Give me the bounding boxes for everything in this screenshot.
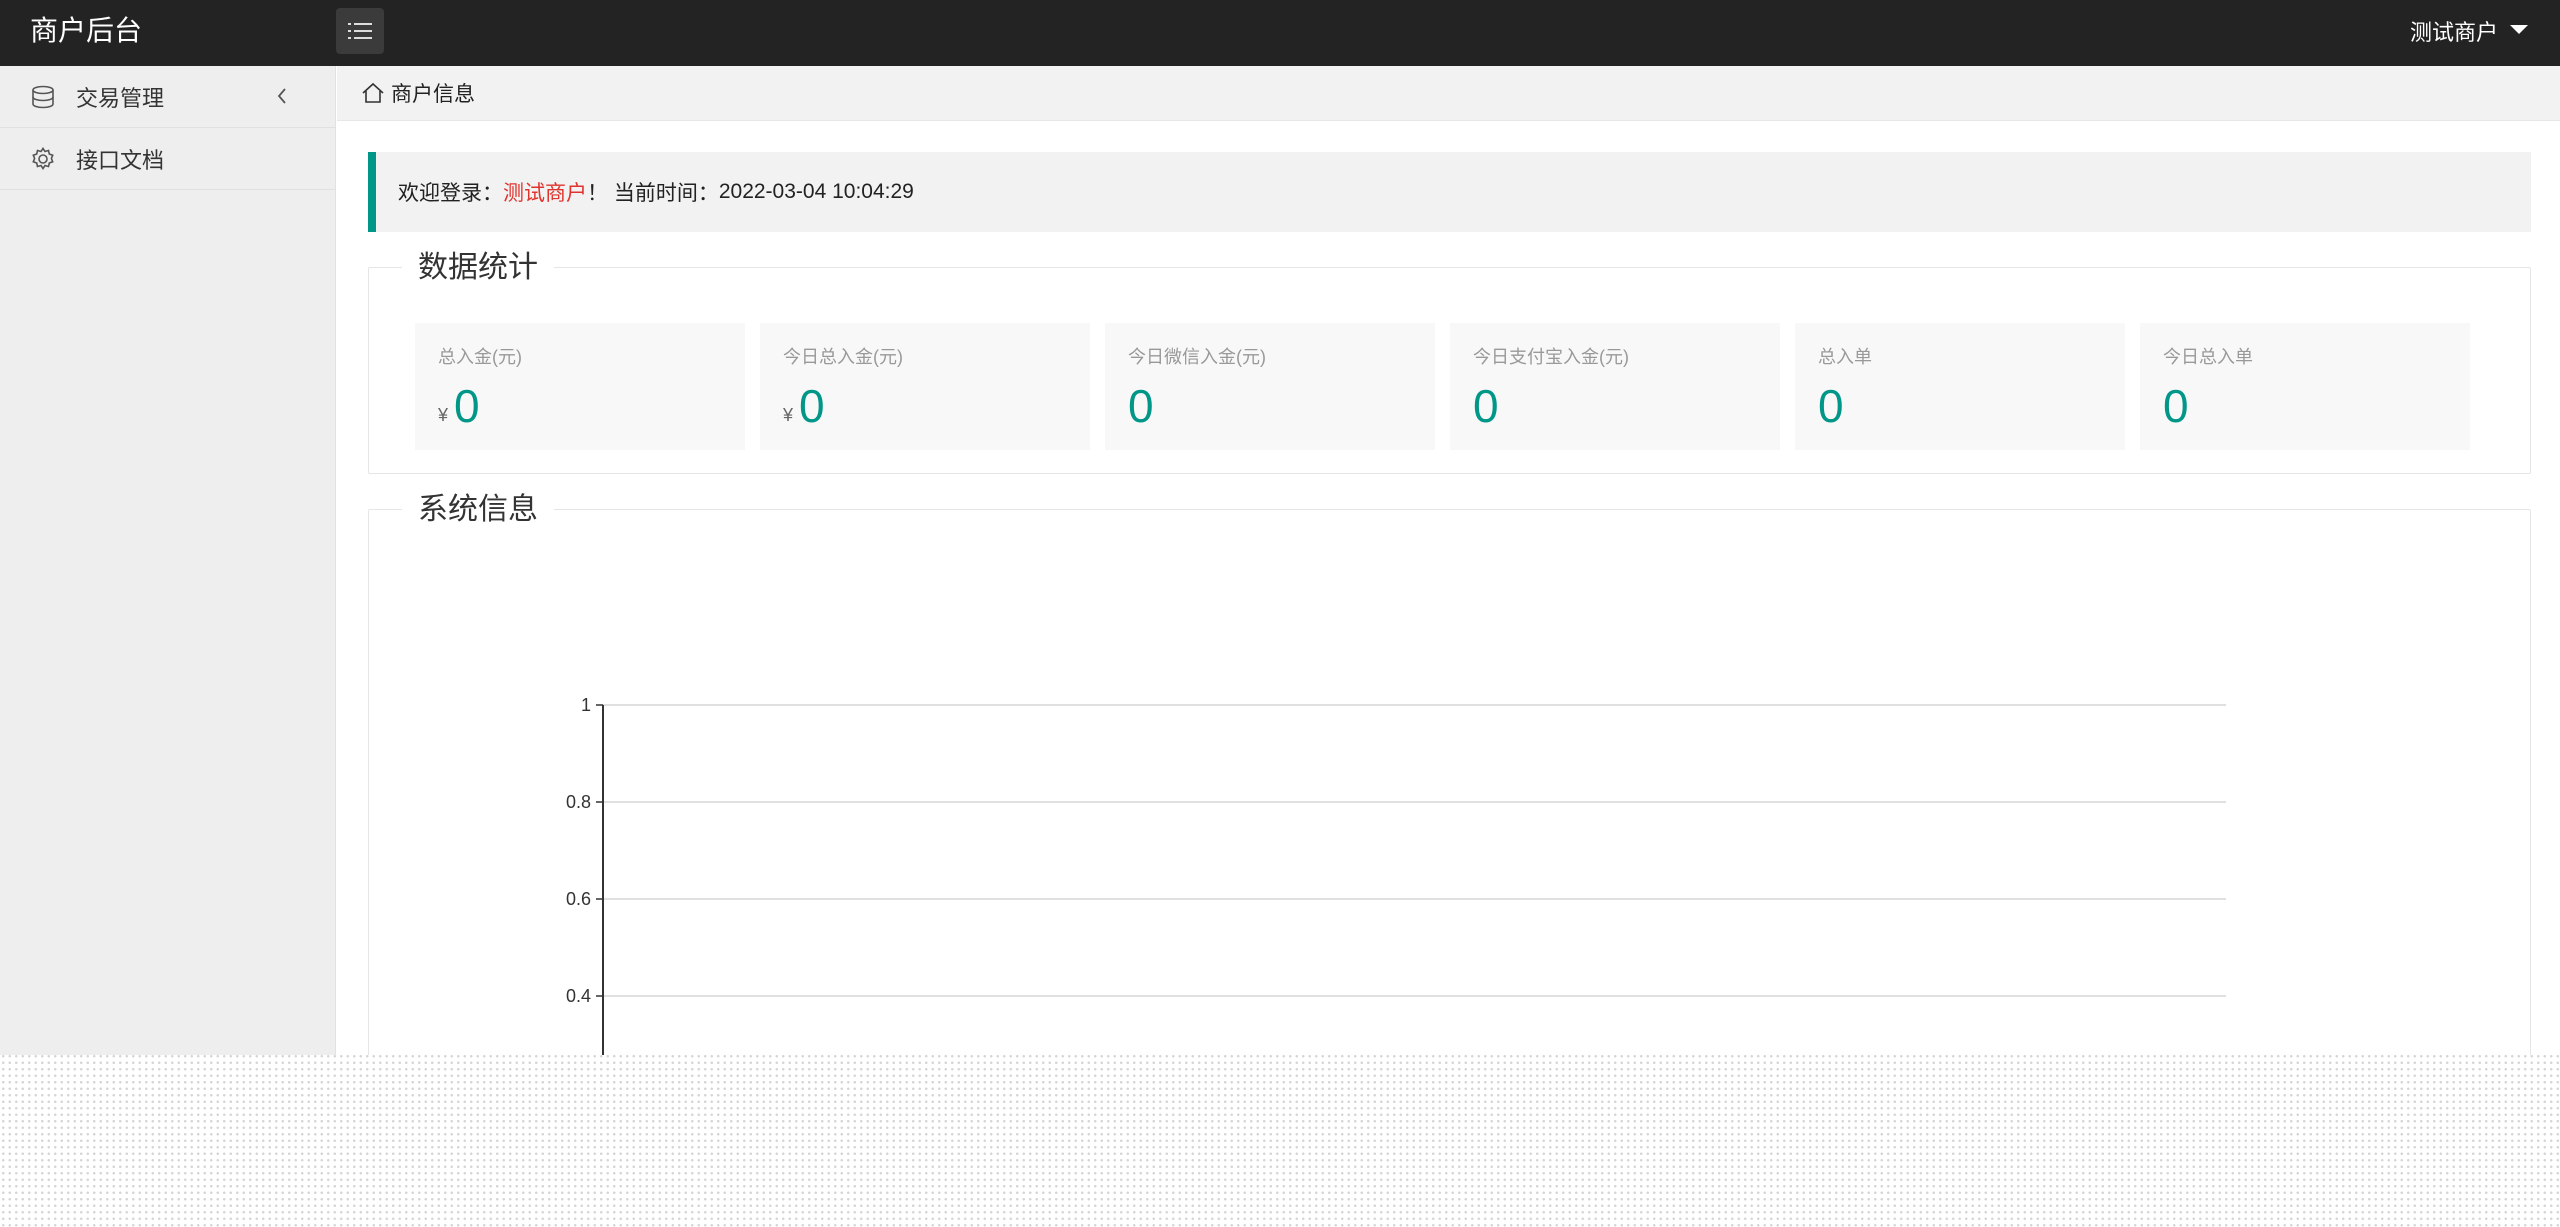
stat-value-row: 0 xyxy=(1473,383,1757,429)
stat-label: 总入金(元) xyxy=(438,347,522,367)
stat-label: 今日支付宝入金(元) xyxy=(1473,347,1629,367)
sidebar-item-transactions[interactable]: 交易管理 xyxy=(0,66,335,128)
stat-value: 0 xyxy=(1128,380,1154,432)
stat-value: 0 xyxy=(799,380,825,432)
stat-value: 0 xyxy=(454,380,480,432)
currency-symbol: ¥ xyxy=(783,405,794,425)
caret-down-icon xyxy=(2510,24,2528,34)
stats-title: 数据统计 xyxy=(402,248,554,288)
welcome-merchant-name: 测试商户 xyxy=(503,182,587,205)
stats-cards: 总入金(元) ¥ 0 今日总入金(元) ¥ 0 今日微信入金(元) 0 今日支付… xyxy=(415,323,2485,450)
stat-value-row: 0 xyxy=(1818,383,2102,429)
sidebar-item-label: 接口文档 xyxy=(76,147,165,173)
stat-card-today-alipay: 今日支付宝入金(元) 0 xyxy=(1450,323,1780,450)
system-chart: 0.20.40.60.81 xyxy=(566,695,2226,1055)
stat-card-total-income: 总入金(元) ¥ 0 xyxy=(415,323,745,450)
sidebar: 交易管理 接口文档 xyxy=(0,66,336,1055)
stat-card-today-income: 今日总入金(元) ¥ 0 xyxy=(760,323,1090,450)
y-tick-label: 0.8 xyxy=(566,792,591,812)
stat-card-today-wechat: 今日微信入金(元) 0 xyxy=(1105,323,1435,450)
stat-value-row: 0 xyxy=(2163,383,2447,429)
home-icon[interactable] xyxy=(361,82,385,104)
y-tick-label: 0.6 xyxy=(566,889,591,909)
menu-toggle-button[interactable] xyxy=(336,8,384,54)
stat-label: 今日总入单 xyxy=(2163,347,2253,367)
stat-value-row: ¥ 0 xyxy=(783,383,1067,429)
gear-icon xyxy=(30,146,56,172)
stat-value-row: 0 xyxy=(1128,383,1412,429)
stat-card-today-orders: 今日总入单 0 xyxy=(2140,323,2470,450)
system-info-panel: 系统信息 0.2 0.4 0.6 0.8 1 xyxy=(368,490,2531,1055)
app-title: 商户后台 xyxy=(30,15,143,46)
chevron-left-icon[interactable] xyxy=(275,86,289,112)
user-menu[interactable]: 测试商户 xyxy=(2410,0,2528,62)
welcome-mid: ！ 当前时间： xyxy=(587,182,719,205)
stat-value: 0 xyxy=(1473,380,1499,432)
user-name: 测试商户 xyxy=(2409,20,2498,45)
stat-value: 0 xyxy=(2163,380,2189,432)
breadcrumb: 商户信息 xyxy=(337,66,2560,121)
currency-symbol: ¥ xyxy=(438,405,449,425)
list-icon xyxy=(348,23,372,39)
stat-label: 今日微信入金(元) xyxy=(1128,347,1266,367)
stat-label: 总入单 xyxy=(1818,347,1872,367)
welcome-banner: 欢迎登录： 测试商户 ！ 当前时间： 2022-03-04 10:04:29 xyxy=(368,152,2531,232)
stat-value-row: ¥ 0 xyxy=(438,383,722,429)
sidebar-item-label: 交易管理 xyxy=(76,85,165,111)
stats-panel: 数据统计 总入金(元) ¥ 0 今日总入金(元) ¥ 0 今日微信入金(元) 0… xyxy=(368,248,2531,474)
main-content: 商户信息 欢迎登录： 测试商户 ！ 当前时间： 2022-03-04 10:04… xyxy=(337,66,2560,1055)
y-tick-label: 1 xyxy=(581,695,591,715)
stat-value: 0 xyxy=(1818,380,1844,432)
top-header: 商户后台 测试商户 xyxy=(0,0,2560,66)
database-icon xyxy=(30,84,56,110)
sidebar-item-api-docs[interactable]: 接口文档 xyxy=(0,128,335,190)
y-tick-label: 0.4 xyxy=(566,986,591,1006)
stat-card-total-orders: 总入单 0 xyxy=(1795,323,2125,450)
current-time: 2022-03-04 10:04:29 xyxy=(718,180,914,203)
breadcrumb-current[interactable]: 商户信息 xyxy=(391,78,475,108)
app-window: 商户后台 测试商户 交易管理 接口文档 商户信息 欢迎登录： 测试商户 ！ 当前… xyxy=(0,0,2560,1055)
welcome-prefix: 欢迎登录： xyxy=(398,182,503,205)
stat-label: 今日总入金(元) xyxy=(783,347,903,367)
